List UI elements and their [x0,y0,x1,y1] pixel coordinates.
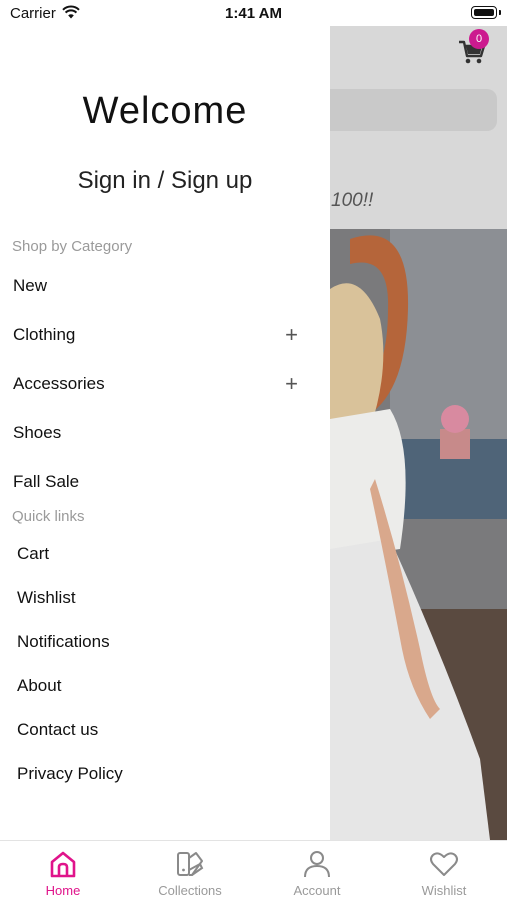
status-bar: Carrier 1:41 AM [0,0,507,26]
shop-by-category-title: Shop by Category [12,238,133,255]
quick-link-cart[interactable]: Cart [17,537,317,571]
quick-link-privacy-policy[interactable]: Privacy Policy [17,757,317,791]
side-menu-drawer: Welcome Sign in / Sign up Shop by Catego… [0,26,330,840]
category-item-new[interactable]: New [13,268,313,304]
tab-label: Home [45,883,81,898]
status-time: 1:41 AM [225,5,282,22]
tab-collections[interactable]: Collections [127,841,253,900]
category-label: Shoes [13,423,62,442]
quick-link-about[interactable]: About [17,669,317,703]
collections-icon [177,852,204,876]
tab-label: Account [293,883,341,898]
promo-banner-text: 100!! [331,190,374,211]
category-item-fall-sale[interactable]: Fall Sale [13,464,313,500]
signin-signup-link[interactable]: Sign in / Sign up [0,167,330,195]
quick-link-notifications[interactable]: Notifications [17,625,317,659]
tab-home[interactable]: Home [0,841,126,900]
category-label: Fall Sale [13,472,80,491]
category-item-shoes[interactable]: Shoes [13,415,313,451]
background-screen-overlay[interactable] [330,26,507,840]
quick-links-title: Quick links [12,508,85,525]
app-root: Carrier 1:41 AM 100!! 0 Welcome Sign in … [0,0,507,900]
category-item-clothing[interactable]: Clothing + [13,317,313,353]
hero-photo [330,229,507,840]
expand-plus-icon[interactable]: + [285,366,298,402]
tab-label: Wishlist [421,883,467,898]
category-item-accessories[interactable]: Accessories + [13,366,313,402]
bottom-tab-bar: Home Collections Account Wishlist [0,840,507,900]
battery-icon [471,6,501,19]
home-icon [50,851,76,878]
heart-icon [430,852,458,876]
welcome-heading: Welcome [82,90,248,132]
account-icon [304,851,330,878]
quick-link-wishlist[interactable]: Wishlist [17,581,317,615]
tab-label: Collections [158,883,222,898]
tab-wishlist[interactable]: Wishlist [381,841,507,900]
cart-count-badge: 0 [469,29,489,49]
category-label: Accessories [13,374,105,393]
category-label: New [13,276,48,295]
quick-link-contact-us[interactable]: Contact us [17,713,317,747]
category-label: Clothing [13,325,76,344]
tab-account[interactable]: Account [254,841,380,900]
expand-plus-icon[interactable]: + [285,317,298,353]
